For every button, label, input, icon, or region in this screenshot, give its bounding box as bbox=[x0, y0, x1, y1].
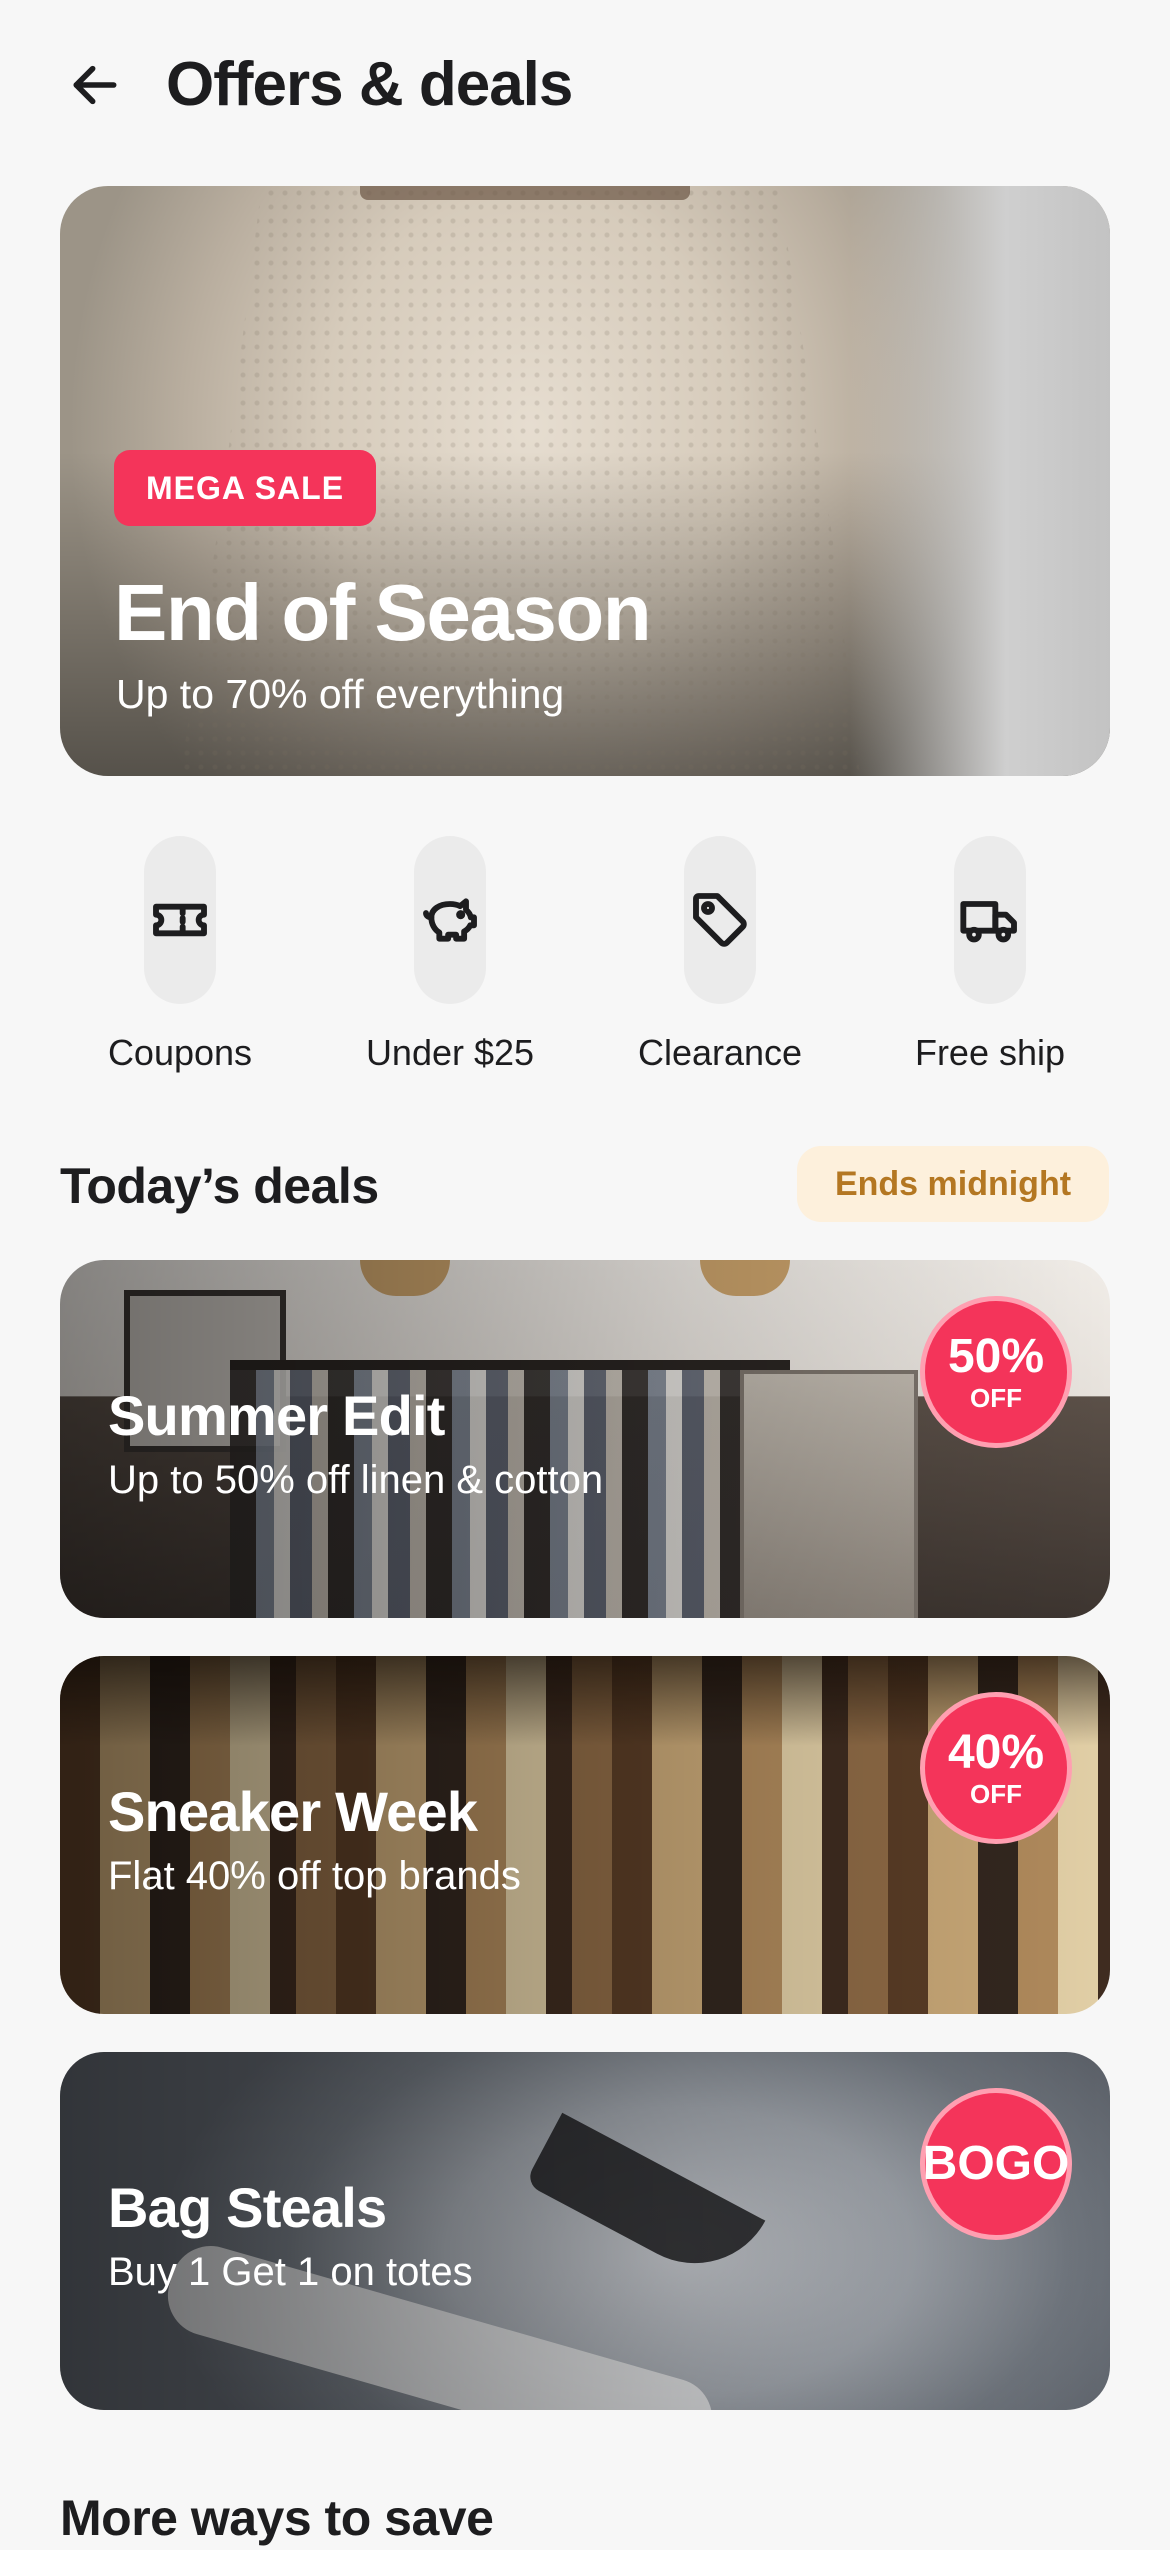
tag-icon bbox=[693, 893, 747, 947]
discount-badge: BOGO bbox=[920, 2088, 1072, 2240]
quick-action-coupons[interactable]: Coupons bbox=[45, 836, 315, 1076]
deal-title: Summer Edit bbox=[108, 1384, 445, 1447]
truck-icon bbox=[960, 901, 1017, 943]
deal-subtitle: Up to 50% off linen & cotton bbox=[108, 1458, 604, 1502]
discount-badge: 40% OFF bbox=[920, 1692, 1072, 1844]
quick-action-pill bbox=[684, 836, 756, 1004]
hero-badge: MEGA SALE bbox=[114, 450, 377, 526]
discount-value: BOGO bbox=[922, 2137, 1070, 2190]
hero-title: End of Season bbox=[114, 568, 652, 657]
discount-value: 50% bbox=[947, 1330, 1045, 1383]
page-title: Offers & deals bbox=[166, 50, 573, 119]
back-button[interactable] bbox=[60, 50, 130, 120]
hero-banner[interactable]: MEGA SALE End of Season Up to 70% off ev… bbox=[60, 186, 1110, 776]
deal-card-sneaker-week[interactable]: Sneaker Week Flat 40% off top brands 40%… bbox=[60, 1656, 1110, 2014]
arrow-left-icon bbox=[73, 65, 117, 105]
hero-backdrop bbox=[850, 186, 1110, 776]
quick-action-label: Clearance bbox=[637, 1032, 803, 1073]
quick-action-label: Coupons bbox=[107, 1032, 253, 1073]
quick-action-pill bbox=[414, 836, 486, 1004]
discount-badge: 50% OFF bbox=[920, 1296, 1072, 1448]
app-header: Offers & deals bbox=[0, 0, 1170, 170]
quick-action-label: Under $25 bbox=[365, 1032, 535, 1073]
quick-action-pill bbox=[144, 836, 216, 1004]
hero-image-hanger bbox=[360, 186, 690, 200]
quick-action-under-25[interactable]: Under $25 bbox=[315, 836, 585, 1076]
hero-subtitle: Up to 70% off everything bbox=[116, 671, 565, 717]
deal-subtitle: Flat 40% off top brands bbox=[108, 1854, 521, 1898]
ends-badge: Ends midnight bbox=[797, 1146, 1109, 1222]
quick-action-free-ship[interactable]: Free ship bbox=[855, 836, 1125, 1076]
discount-value: 40% bbox=[947, 1726, 1045, 1779]
deal-card-summer-edit[interactable]: Summer Edit Up to 50% off linen & cotton… bbox=[60, 1260, 1110, 1618]
more-ways-title: More ways to save bbox=[60, 2490, 494, 2546]
piggy-bank-icon bbox=[423, 898, 477, 942]
discount-suffix: OFF bbox=[970, 1779, 1022, 1809]
deal-title: Sneaker Week bbox=[108, 1780, 478, 1843]
deal-title: Bag Steals bbox=[108, 2176, 387, 2239]
quick-action-clearance[interactable]: Clearance bbox=[585, 836, 855, 1076]
discount-suffix: OFF bbox=[970, 1383, 1022, 1413]
deal-subtitle: Buy 1 Get 1 on totes bbox=[108, 2250, 473, 2294]
quick-action-label: Free ship bbox=[914, 1032, 1066, 1073]
quick-action-pill bbox=[954, 836, 1026, 1004]
deal-card-bag-steals[interactable]: Bag Steals Buy 1 Get 1 on totes BOGO bbox=[60, 2052, 1110, 2410]
ticket-icon bbox=[153, 903, 207, 937]
todays-deals-title: Today’s deals bbox=[60, 1158, 379, 1214]
